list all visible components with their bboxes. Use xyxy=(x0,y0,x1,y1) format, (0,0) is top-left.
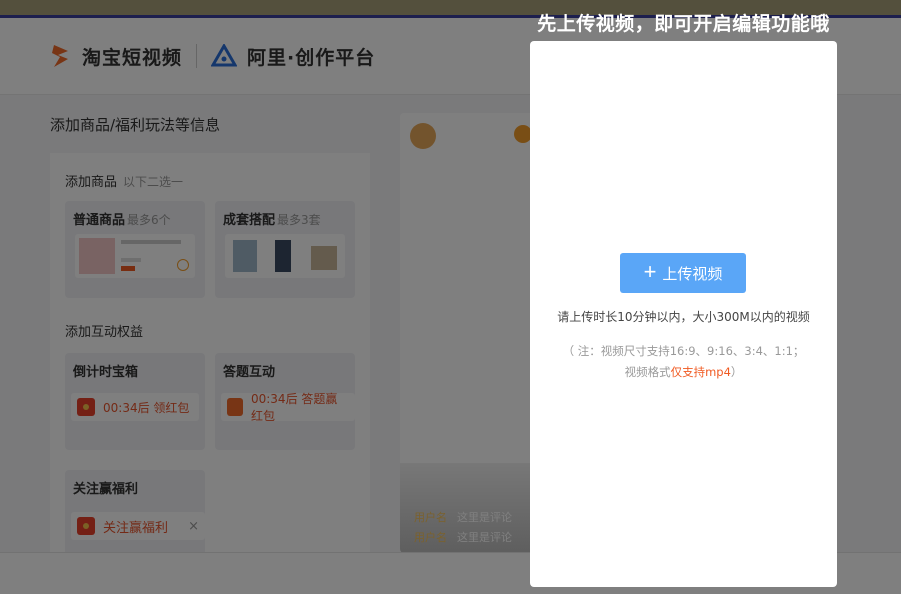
upload-modal: + 上传视频 请上传时长10分钟以内，大小300M以内的视频 （ 注：视频尺寸支… xyxy=(530,41,837,587)
upload-note-format: 视频格式仅支持mp4） xyxy=(530,362,837,383)
upload-note-size: （ 注：视频尺寸支持16:9、9:16、3:4、1:1； xyxy=(562,344,805,358)
plus-icon: + xyxy=(643,259,657,284)
modal-title: 先上传视频，即可开启编辑功能哦 xyxy=(537,13,830,35)
upload-video-label: 上传视频 xyxy=(662,265,723,283)
format-label: 视频格式 xyxy=(624,365,671,379)
upload-video-button[interactable]: + 上传视频 xyxy=(620,253,746,293)
format-suffix: ） xyxy=(730,365,743,379)
upload-note: （ 注：视频尺寸支持16:9、9:16、3:4、1:1； 视频格式仅支持mp4） xyxy=(530,341,837,383)
format-highlight: 仅支持mp4 xyxy=(670,365,731,379)
upload-description: 请上传时长10分钟以内，大小300M以内的视频 xyxy=(557,310,810,324)
